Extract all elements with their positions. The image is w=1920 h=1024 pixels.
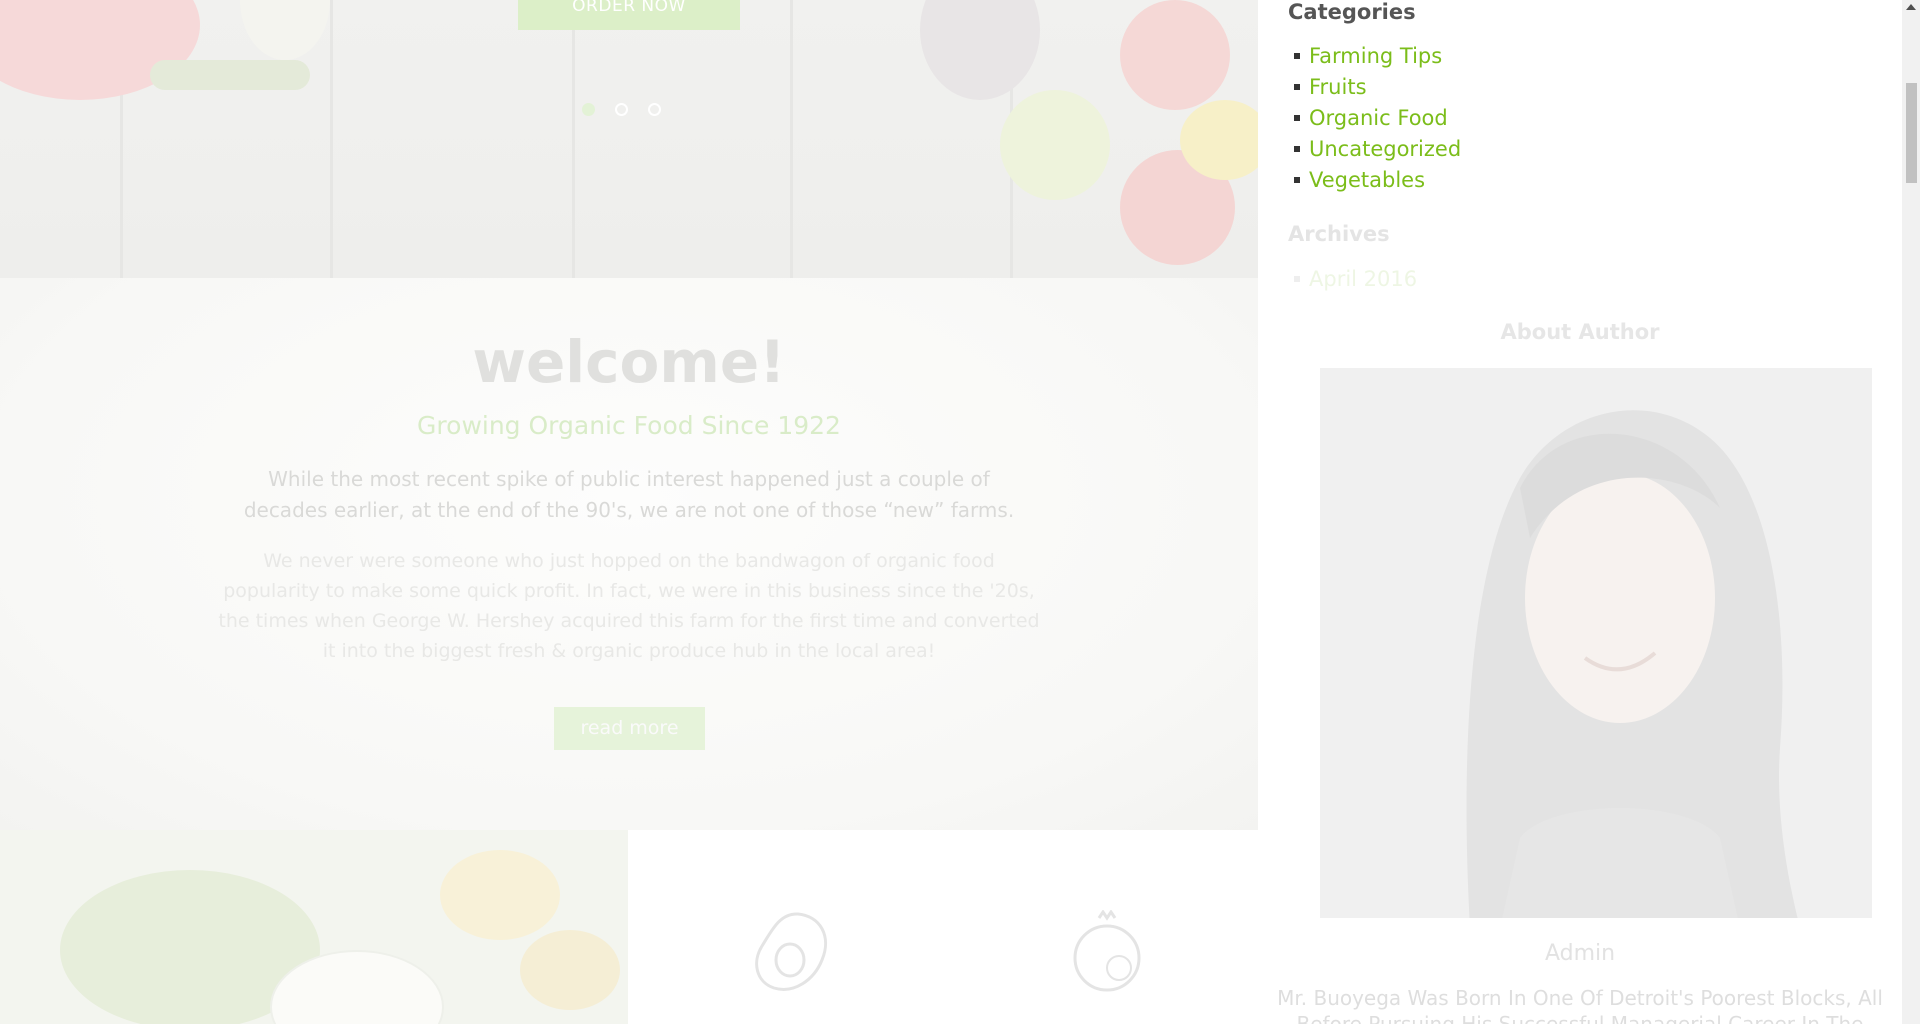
category-link-vegetables[interactable]: Vegetables (1309, 168, 1425, 192)
author-photo (1320, 368, 1872, 918)
salad-image (0, 830, 628, 1024)
features-row (0, 830, 1258, 1024)
wood-plank-line (572, 0, 575, 278)
category-item: Fruits (1294, 71, 1461, 102)
wood-plank-line (790, 0, 793, 278)
page-scrollbar[interactable] (1902, 0, 1920, 1024)
bullet-icon (1294, 83, 1300, 90)
category-item: Farming Tips (1294, 40, 1461, 71)
about-author-title: About Author (1500, 320, 1660, 344)
author-portrait-image (1320, 368, 1872, 918)
wood-plank-line (330, 0, 333, 278)
slider-dot[interactable] (615, 103, 628, 116)
read-more-button[interactable]: read more (554, 707, 705, 750)
slider-dot[interactable] (648, 103, 661, 116)
archive-item: April 2016 (1294, 263, 1417, 294)
scroll-up-arrow-icon[interactable] (1902, 0, 1920, 14)
welcome-body-text: We never were someone who just hopped on… (218, 550, 1040, 662)
bullet-icon (1294, 52, 1300, 59)
archives-list: April 2016 (1294, 263, 1417, 294)
category-item: Uncategorized (1294, 133, 1461, 164)
author-name: Admin (1544, 941, 1616, 966)
category-item: Vegetables (1294, 164, 1461, 195)
order-now-button[interactable]: ORDER NOW (518, 0, 740, 30)
category-link-farming-tips[interactable]: Farming Tips (1309, 44, 1442, 68)
bullet-icon (1294, 176, 1300, 183)
tomato-image (1120, 0, 1230, 110)
bullet-icon (1294, 275, 1300, 282)
main-content: ORDER NOW welcome! Growing Organic Food … (0, 0, 1258, 1024)
slider-pagination (582, 103, 661, 116)
categories-title: Categories (1288, 0, 1416, 24)
welcome-section: welcome! Growing Organic Food Since 1922… (0, 278, 1258, 830)
welcome-lead-text: While the most recent spike of public in… (243, 467, 1015, 522)
bullet-icon (1294, 145, 1300, 152)
lime-image (1000, 90, 1110, 200)
categories-list: Farming Tips Fruits Organic Food Uncateg… (1294, 40, 1461, 195)
category-item: Organic Food (1294, 102, 1461, 133)
category-link-fruits[interactable]: Fruits (1309, 75, 1367, 99)
eggplant-image (920, 0, 1040, 100)
bullet-icon (1294, 114, 1300, 121)
archive-link-april-2016[interactable]: April 2016 (1309, 267, 1417, 291)
category-link-uncategorized[interactable]: Uncategorized (1309, 137, 1461, 161)
pepper-stem-image (150, 60, 310, 90)
welcome-title: welcome! (472, 328, 786, 396)
scrollbar-thumb[interactable] (1906, 83, 1917, 183)
sidebar: Categories Farming Tips Fruits Organic F… (1258, 0, 1902, 1024)
archives-title: Archives (1288, 222, 1390, 246)
hero-slider: ORDER NOW (0, 0, 1258, 278)
pomegranate-icon (1073, 910, 1141, 992)
avocado-icon (755, 912, 828, 991)
category-link-organic-food[interactable]: Organic Food (1309, 106, 1448, 130)
onion-image (240, 0, 330, 60)
welcome-subtitle: Growing Organic Food Since 1922 (417, 411, 841, 440)
slider-dot[interactable] (582, 103, 595, 116)
author-bio: Mr. Buoyega Was Born In One Of Detroit's… (1277, 986, 1883, 1024)
